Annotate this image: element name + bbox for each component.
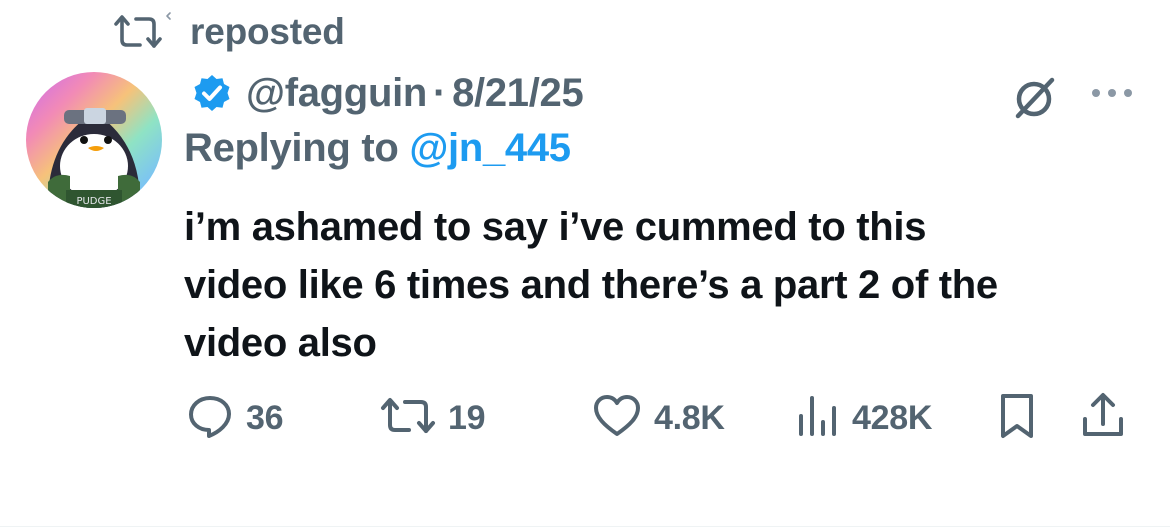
- tweet-text-line: video also: [184, 321, 377, 365]
- reply-button[interactable]: 36: [186, 392, 284, 445]
- repost-icon: [380, 392, 436, 445]
- post-date[interactable]: 8/21/25: [452, 71, 584, 116]
- reply-count: 36: [246, 398, 284, 437]
- share-icon: [1080, 392, 1126, 445]
- more-icon[interactable]: [1086, 78, 1138, 108]
- like-count: 4.8K: [654, 398, 725, 437]
- tweet-text: i’m ashamed to say i’ve cummed to this v…: [184, 198, 1144, 372]
- divider: [0, 526, 1170, 527]
- tweet-text-line: i’m ashamed to say i’ve cummed to this: [184, 205, 927, 249]
- separator-dot: ·: [433, 70, 447, 115]
- avatar-badge-text: PUDGE: [76, 196, 111, 207]
- bookmark-icon: [996, 392, 1038, 445]
- reply-icon: [186, 392, 234, 445]
- author-row: @fagguin · 8/21/25: [192, 68, 584, 118]
- views-icon: [796, 392, 840, 445]
- replying-prefix: Replying to: [184, 126, 399, 170]
- reply-mention-link[interactable]: @jn_445: [409, 126, 571, 170]
- views-button[interactable]: 428K: [796, 392, 932, 444]
- replying-to: Replying to @jn_445: [184, 126, 571, 171]
- tweet-text-line: video like 6 times and there’s a part 2 …: [184, 263, 998, 307]
- repost-count: 19: [448, 398, 486, 437]
- verified-badge-icon[interactable]: [192, 73, 232, 113]
- avatar[interactable]: PUDGE: [26, 72, 162, 208]
- repost-icon: [110, 10, 174, 54]
- bookmark-button[interactable]: [996, 392, 1038, 444]
- repost-header[interactable]: reposted: [110, 10, 345, 54]
- grok-icon[interactable]: [1010, 74, 1058, 122]
- author-handle[interactable]: @fagguin: [246, 71, 427, 116]
- like-button[interactable]: 4.8K: [592, 392, 725, 444]
- repost-button[interactable]: 19: [380, 392, 486, 445]
- views-count: 428K: [852, 398, 933, 437]
- share-button[interactable]: [1080, 392, 1126, 444]
- heart-icon: [592, 392, 642, 445]
- repost-label[interactable]: reposted: [190, 11, 345, 53]
